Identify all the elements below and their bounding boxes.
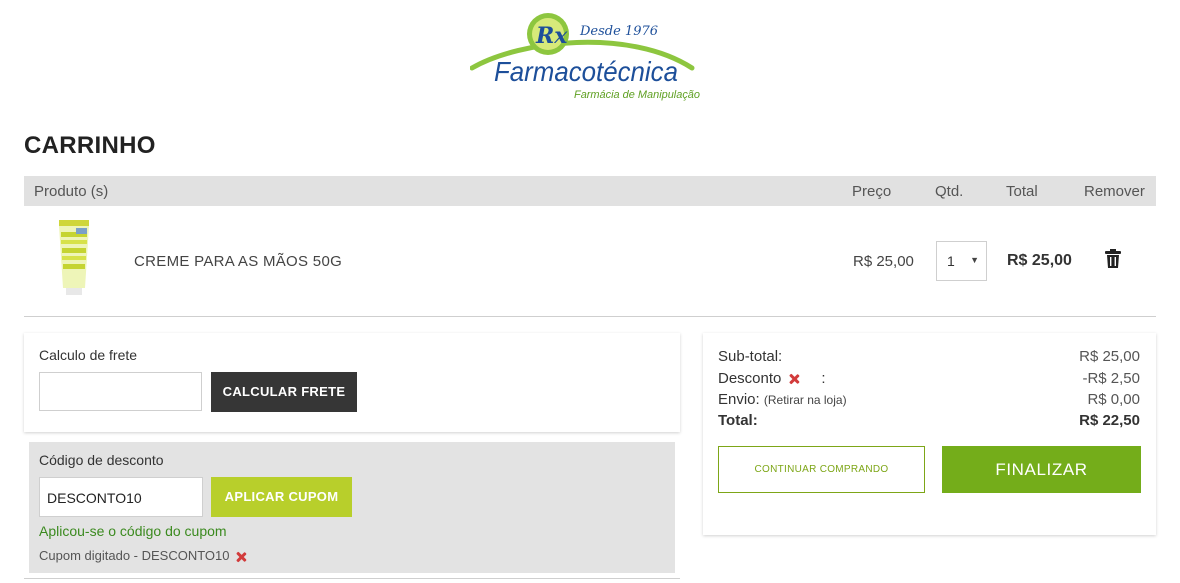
caret-down-icon: ▼ (970, 255, 979, 265)
trash-icon[interactable] (1104, 249, 1122, 269)
shipping-label: Calculo de frete (39, 347, 138, 363)
shipping-value: R$ 0,00 (1087, 391, 1140, 408)
logo-since: Desde 1976 (579, 24, 658, 39)
column-header-price: Preço (852, 183, 892, 200)
shipping-note: (Retirar na loja) (763, 393, 847, 407)
coupon-typed-info: Cupom digitado - DESCONTO10 (39, 548, 246, 563)
hand-cream-tube-icon[interactable] (54, 218, 94, 298)
coupon-label: Código de desconto (39, 452, 164, 468)
divider (24, 578, 680, 579)
column-header-qty: Qtd. (935, 183, 964, 200)
cart-item-row: CREME PARA AS MÃOS 50G R$ 25,00 1 ▼ R$ 2… (24, 206, 1156, 317)
column-header-remove: Remover (1084, 183, 1145, 200)
order-summary-panel: Sub-total: R$ 25,00 Desconto: -R$ 2,50 E… (703, 333, 1156, 535)
product-name[interactable]: CREME PARA AS MÃOS 50G (134, 253, 342, 270)
coupon-input[interactable]: DESCONTO10 (39, 477, 203, 517)
coupon-panel: Código de desconto DESCONTO10 APLICAR CU… (29, 442, 675, 573)
remove-coupon-icon[interactable] (236, 552, 246, 562)
shipping-label-group: Envio: (Retirar na loja) (718, 391, 847, 408)
farmacotecnica-logo[interactable]: Rx Desde 1976 Farmacotécnica Farmácia de… (470, 6, 710, 106)
logo-tagline: Farmácia de Manipulação (574, 89, 700, 101)
apply-coupon-button[interactable]: APLICAR CUPOM (211, 477, 352, 517)
product-price: R$ 25,00 (853, 253, 914, 270)
page-title: CARRINHO (24, 132, 156, 159)
shipping-summary-label: Envio: (718, 391, 760, 408)
finalize-button[interactable]: FINALIZAR (942, 446, 1141, 493)
logo-name: Farmacotécnica (494, 56, 678, 87)
calculate-shipping-button[interactable]: CALCULAR FRETE (211, 372, 357, 412)
cart-table-header: Produto (s) Preço Qtd. Total Remover (24, 176, 1156, 206)
column-header-total: Total (1006, 183, 1038, 200)
discount-label: Desconto (718, 370, 782, 387)
logo-badge: Rx (535, 23, 568, 49)
subtotal-value: R$ 25,00 (1079, 348, 1140, 365)
product-total: R$ 25,00 (1007, 252, 1072, 269)
column-header-product: Produto (s) (34, 183, 109, 200)
total-label: Total: (718, 412, 758, 429)
coupon-success-message: Aplicou-se o código do cupom (39, 523, 227, 539)
zipcode-input[interactable] (39, 372, 202, 411)
logo-graphic: Rx Desde 1976 Farmacotécnica Farmácia de… (470, 13, 700, 101)
quantity-select[interactable]: 1 ▼ (936, 241, 987, 281)
coupon-typed-text: Cupom digitado - DESCONTO10 (39, 548, 230, 563)
remove-discount-icon[interactable] (789, 374, 799, 384)
total-value: R$ 22,50 (1079, 412, 1140, 429)
discount-label-group: Desconto: (718, 370, 826, 387)
quantity-value: 1 (947, 253, 955, 269)
subtotal-label: Sub-total: (718, 348, 783, 365)
discount-value: -R$ 2,50 (1082, 370, 1140, 387)
discount-colon: : (821, 370, 826, 387)
continue-shopping-button[interactable]: CONTINUAR COMPRANDO (718, 446, 925, 493)
shipping-calculator-panel: Calculo de frete CALCULAR FRETE (24, 333, 680, 432)
